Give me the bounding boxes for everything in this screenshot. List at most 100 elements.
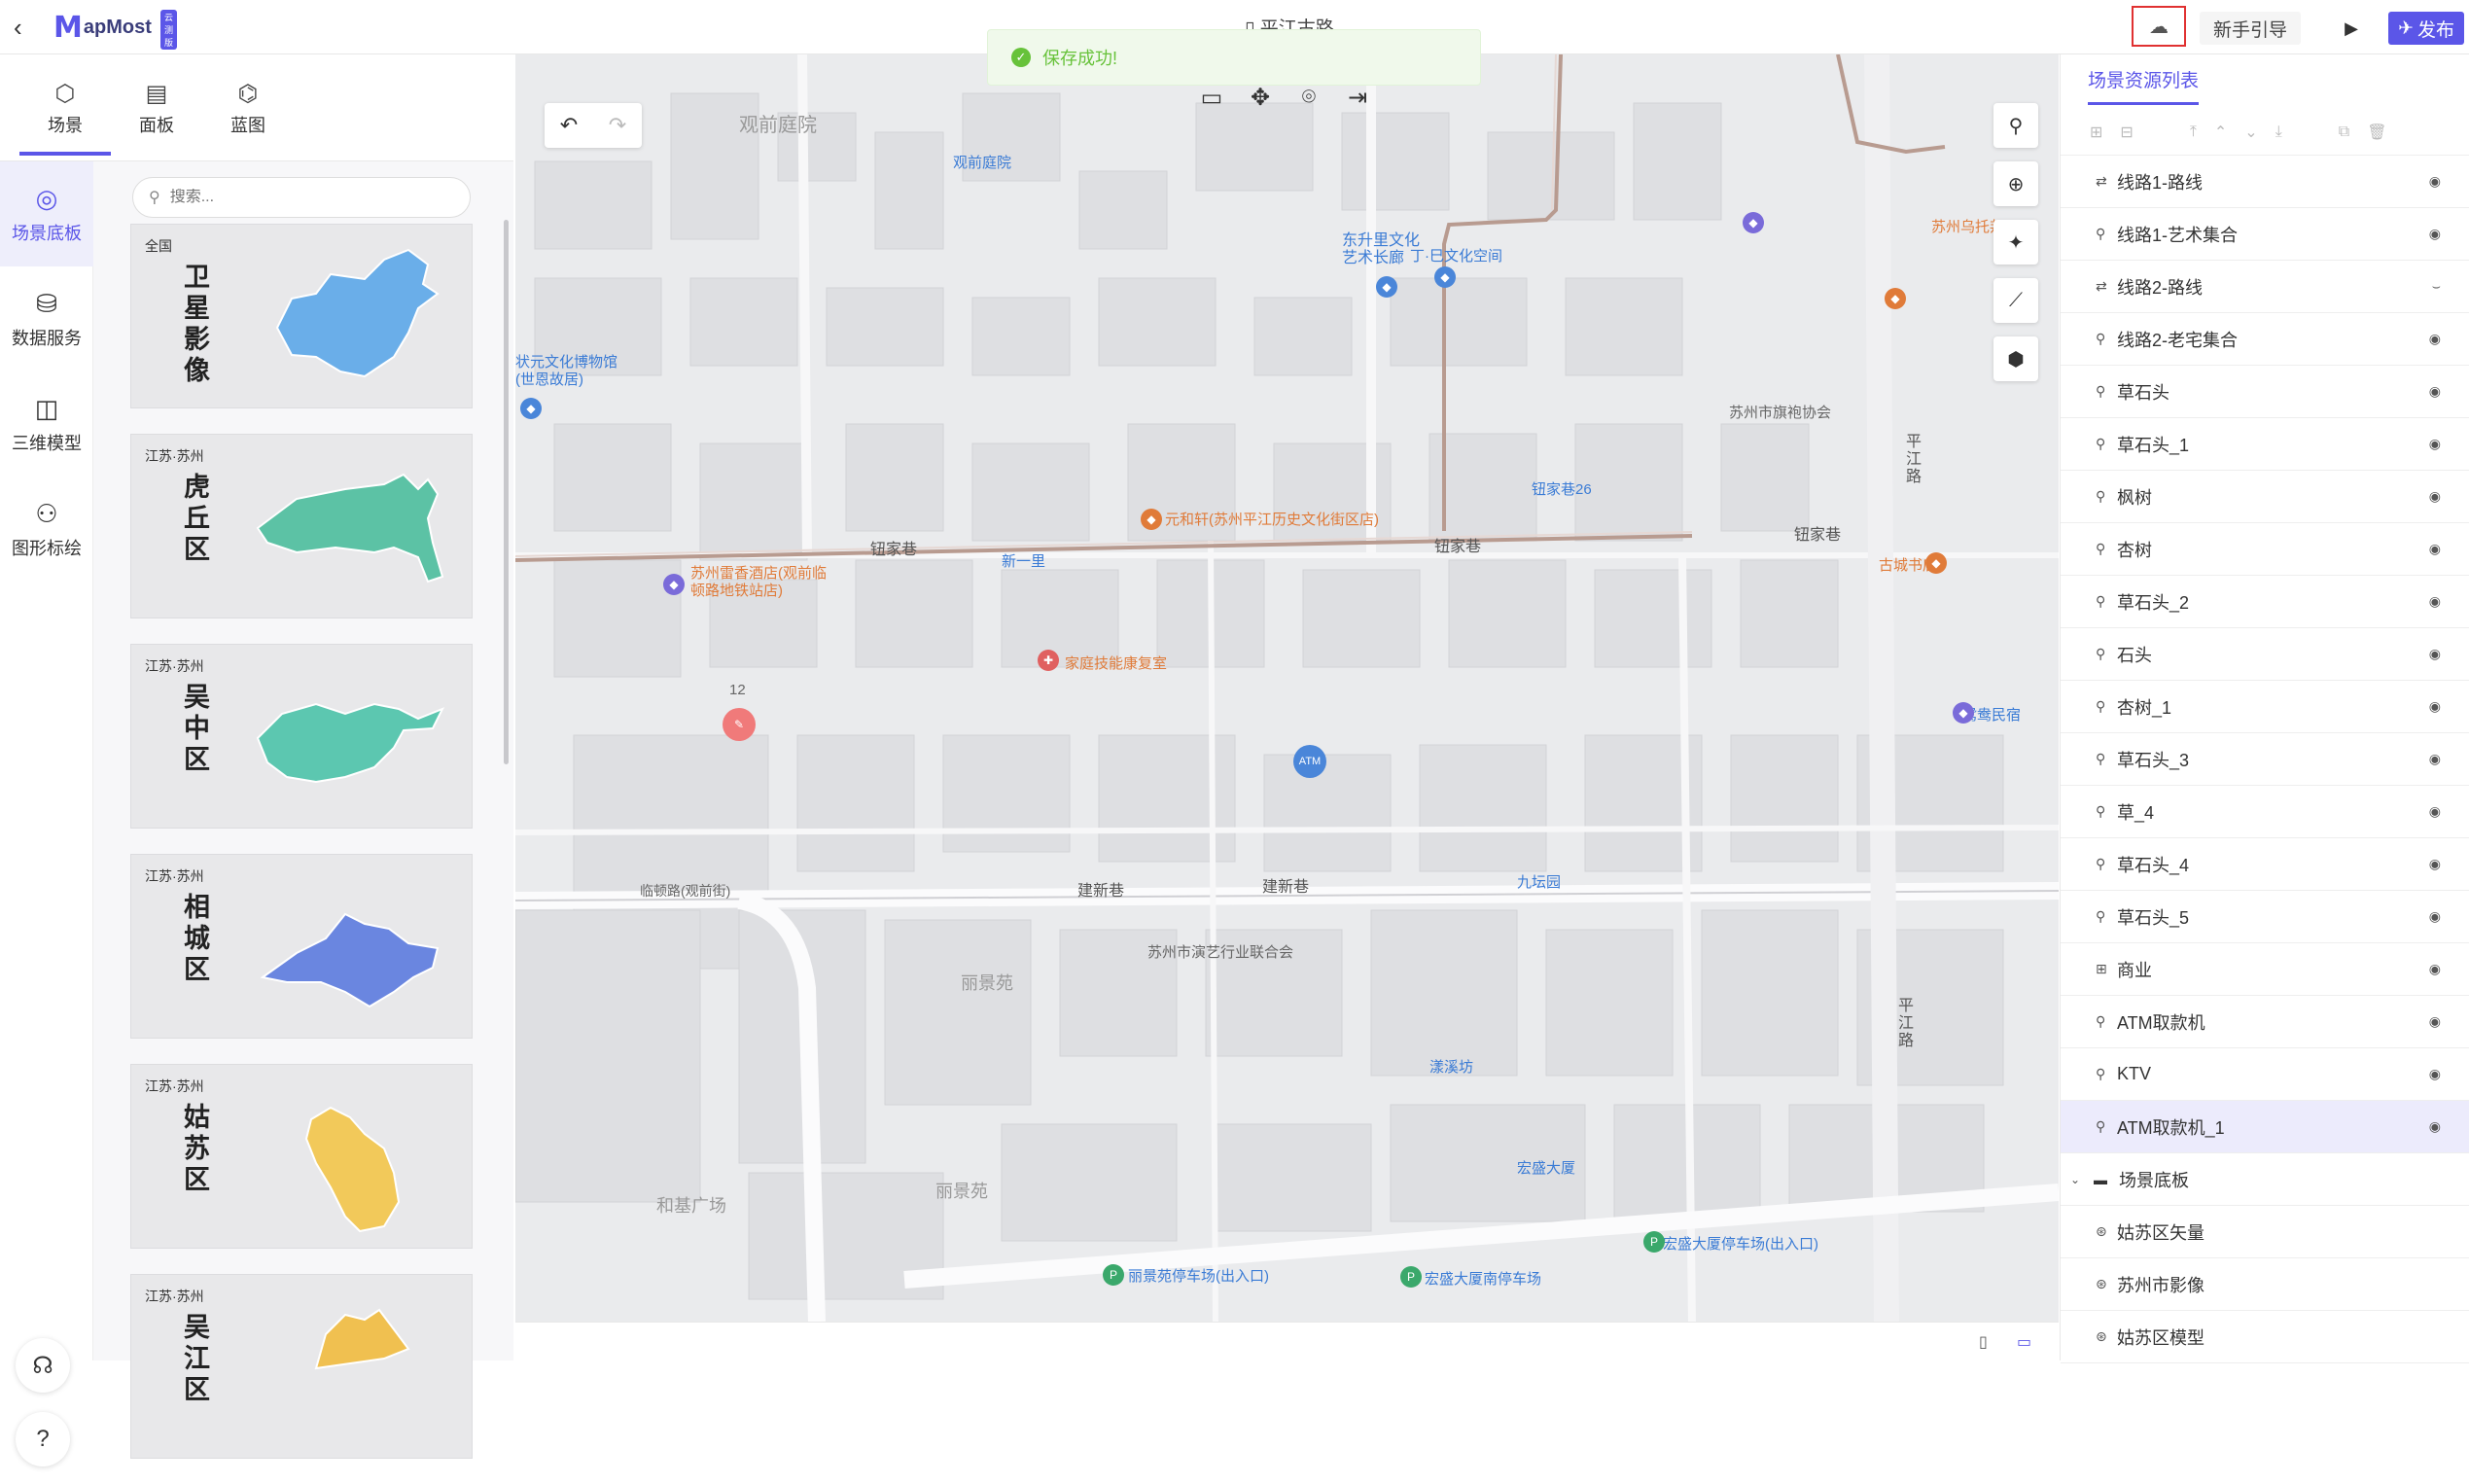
map-viewport[interactable]: 观前庭院 观前庭院 东升里文化艺术长廊 丁·巳文化空间 状元文化博物馆(世恩故居…: [515, 54, 2059, 1322]
move-top-icon[interactable]: ⤒: [2190, 124, 2197, 141]
ungroup-icon[interactable]: ⊟: [2120, 123, 2133, 142]
nav-scene-base[interactable]: ◎ 场景底板: [0, 161, 93, 266]
poi-pin[interactable]: ◆: [663, 574, 685, 595]
resource-row[interactable]: ⚲ 石头 ◉: [2061, 628, 2469, 681]
eye-icon[interactable]: ◉: [2429, 436, 2441, 452]
support-button[interactable]: ☊: [16, 1338, 70, 1393]
copy-icon[interactable]: ⧉: [2339, 124, 2349, 141]
poi-pin[interactable]: ◆: [1743, 212, 1764, 233]
resource-row[interactable]: ⚲ 草石头_2 ◉: [2061, 576, 2469, 628]
resource-row[interactable]: ⚲ 枫树 ◉: [2061, 471, 2469, 523]
eye-icon[interactable]: ◉: [2429, 961, 2441, 977]
resource-row[interactable]: ⇄ 线路2-路线 ⌣: [2061, 261, 2469, 313]
poi-pin[interactable]: ◆: [520, 398, 542, 419]
eye-icon[interactable]: ◉: [2429, 331, 2441, 347]
tab-blueprint[interactable]: ⌬ 蓝图: [202, 54, 294, 161]
eye-icon[interactable]: ◉: [2429, 1066, 2441, 1082]
nav-3d-model[interactable]: ◫ 三维模型: [0, 371, 93, 477]
search-box[interactable]: ⚲: [132, 177, 471, 218]
box-icon[interactable]: ⬢: [1993, 336, 2038, 381]
panel-title[interactable]: 场景资源列表: [2088, 66, 2200, 105]
parking-pin[interactable]: P: [1103, 1264, 1124, 1286]
resource-row[interactable]: ⚲ 杏树_1 ◉: [2061, 681, 2469, 733]
exit-icon[interactable]: ⇥: [1342, 84, 1373, 112]
magic-wand-icon[interactable]: ✦: [1993, 220, 2038, 265]
crosshair-icon[interactable]: ⊕: [1993, 161, 2038, 206]
eye-icon[interactable]: ◉: [2429, 1118, 2441, 1135]
eye-icon[interactable]: ◉: [2429, 173, 2441, 190]
eye-icon[interactable]: ◉: [2429, 646, 2441, 662]
resource-row[interactable]: ⊛ 苏州市影像: [2061, 1258, 2469, 1311]
move-up-icon[interactable]: ⌃: [2214, 123, 2227, 142]
parking-pin[interactable]: P: [1643, 1231, 1665, 1253]
cloud-save-button[interactable]: ☁: [2132, 6, 2186, 47]
nav-data-service[interactable]: ⛁ 数据服务: [0, 266, 93, 371]
resource-row[interactable]: ⚲ 线路2-老宅集合 ◉: [2061, 313, 2469, 366]
resource-row[interactable]: ⊛ 姑苏区矢量: [2061, 1206, 2469, 1258]
eye-icon[interactable]: ◉: [2429, 383, 2441, 400]
resource-row[interactable]: ⚲ 草_4 ◉: [2061, 786, 2469, 838]
guide-button[interactable]: 新手引导: [2200, 12, 2302, 45]
poi-pin[interactable]: ◆: [1953, 702, 1974, 724]
move-bottom-icon[interactable]: ⤓: [2275, 124, 2282, 141]
basemap-card[interactable]: 江苏·苏州 吴中区: [130, 644, 473, 829]
move-icon[interactable]: ✥: [1245, 84, 1276, 112]
zoom-search-icon[interactable]: ⚲: [1993, 103, 2038, 148]
location-icon[interactable]: ⌾: [1293, 84, 1324, 112]
chevron-down-icon[interactable]: ⌄: [2070, 1173, 2080, 1186]
resource-row[interactable]: ⚲ 草石头_5 ◉: [2061, 891, 2469, 943]
eye-icon[interactable]: ◉: [2429, 751, 2441, 767]
eye-icon[interactable]: ◉: [2429, 856, 2441, 872]
basemap-card[interactable]: 全国 卫星影像: [130, 224, 473, 408]
help-button[interactable]: ?: [16, 1412, 70, 1466]
preview-button[interactable]: ▶: [2336, 13, 2367, 44]
resource-row[interactable]: ⚲ 杏树 ◉: [2061, 523, 2469, 576]
poi-pin[interactable]: ◆: [1434, 266, 1456, 288]
resource-row[interactable]: ⚲ 线路1-艺术集合 ◉: [2061, 208, 2469, 261]
poi-pin[interactable]: ◆: [1141, 509, 1162, 530]
basemap-card[interactable]: 江苏·苏州 吴江区: [130, 1274, 473, 1459]
eye-icon[interactable]: ◉: [2429, 541, 2441, 557]
mobile-view-icon[interactable]: ▯: [1979, 1332, 1988, 1352]
publish-button[interactable]: ✈ 发布: [2388, 12, 2464, 45]
resource-row[interactable]: ⊛ 姑苏区模型: [2061, 1311, 2469, 1363]
nav-graphic-plot[interactable]: ⚇ 图形标绘: [0, 477, 93, 582]
chat-icon[interactable]: ▭: [1196, 84, 1227, 112]
basemap-card[interactable]: 江苏·苏州 姑苏区: [130, 1064, 473, 1249]
desktop-view-icon[interactable]: ▭: [2017, 1332, 2031, 1352]
resource-row[interactable]: ⇄ 线路1-路线 ◉: [2061, 156, 2469, 208]
resource-group[interactable]: ⌄ ▬ 场景底板: [2061, 1153, 2469, 1206]
back-icon[interactable]: ‹: [14, 14, 22, 41]
eye-icon[interactable]: ◉: [2429, 1013, 2441, 1030]
basemap-card[interactable]: 江苏·苏州 相城区: [130, 854, 473, 1039]
delete-icon[interactable]: 🗑: [2367, 123, 2386, 142]
eye-icon[interactable]: ◉: [2429, 593, 2441, 610]
poi-pin[interactable]: ◆: [1925, 552, 1947, 574]
measure-icon[interactable]: ⟋: [1993, 278, 2038, 323]
resource-row[interactable]: ⚲ KTV ◉: [2061, 1048, 2469, 1101]
redo-icon[interactable]: ↷: [609, 113, 626, 138]
poi-pin[interactable]: ✚: [1038, 650, 1059, 671]
add-group-icon[interactable]: ⊞: [2090, 123, 2102, 142]
resource-row[interactable]: ⚲ 草石头_1 ◉: [2061, 418, 2469, 471]
search-input[interactable]: [169, 189, 433, 206]
asset-scrollbar[interactable]: [504, 220, 509, 764]
eye-off-icon[interactable]: ⌣: [2432, 278, 2441, 295]
eye-icon[interactable]: ◉: [2429, 488, 2441, 505]
parking-pin[interactable]: P: [1400, 1266, 1422, 1288]
eye-icon[interactable]: ◉: [2429, 908, 2441, 925]
tab-scene[interactable]: ⬡ 场景: [19, 54, 111, 161]
resource-row[interactable]: ⊞ 商业 ◉: [2061, 943, 2469, 996]
tab-panel[interactable]: ▤ 面板: [111, 54, 202, 161]
eye-icon[interactable]: ◉: [2429, 803, 2441, 820]
resource-row[interactable]: ⚲ 草石头_4 ◉: [2061, 838, 2469, 891]
poi-pin[interactable]: ◆: [1376, 276, 1397, 298]
move-down-icon[interactable]: ⌄: [2244, 123, 2257, 142]
eye-icon[interactable]: ◉: [2429, 226, 2441, 242]
resource-row[interactable]: ⚲ 草石头_3 ◉: [2061, 733, 2469, 786]
atm-pin[interactable]: ATM: [1293, 745, 1326, 778]
eye-icon[interactable]: ◉: [2429, 698, 2441, 715]
resource-row[interactable]: ⚲ ATM取款机_1 ◉: [2061, 1101, 2469, 1153]
resource-row[interactable]: ⚲ ATM取款机 ◉: [2061, 996, 2469, 1048]
marker-pin[interactable]: ✎: [723, 708, 756, 741]
